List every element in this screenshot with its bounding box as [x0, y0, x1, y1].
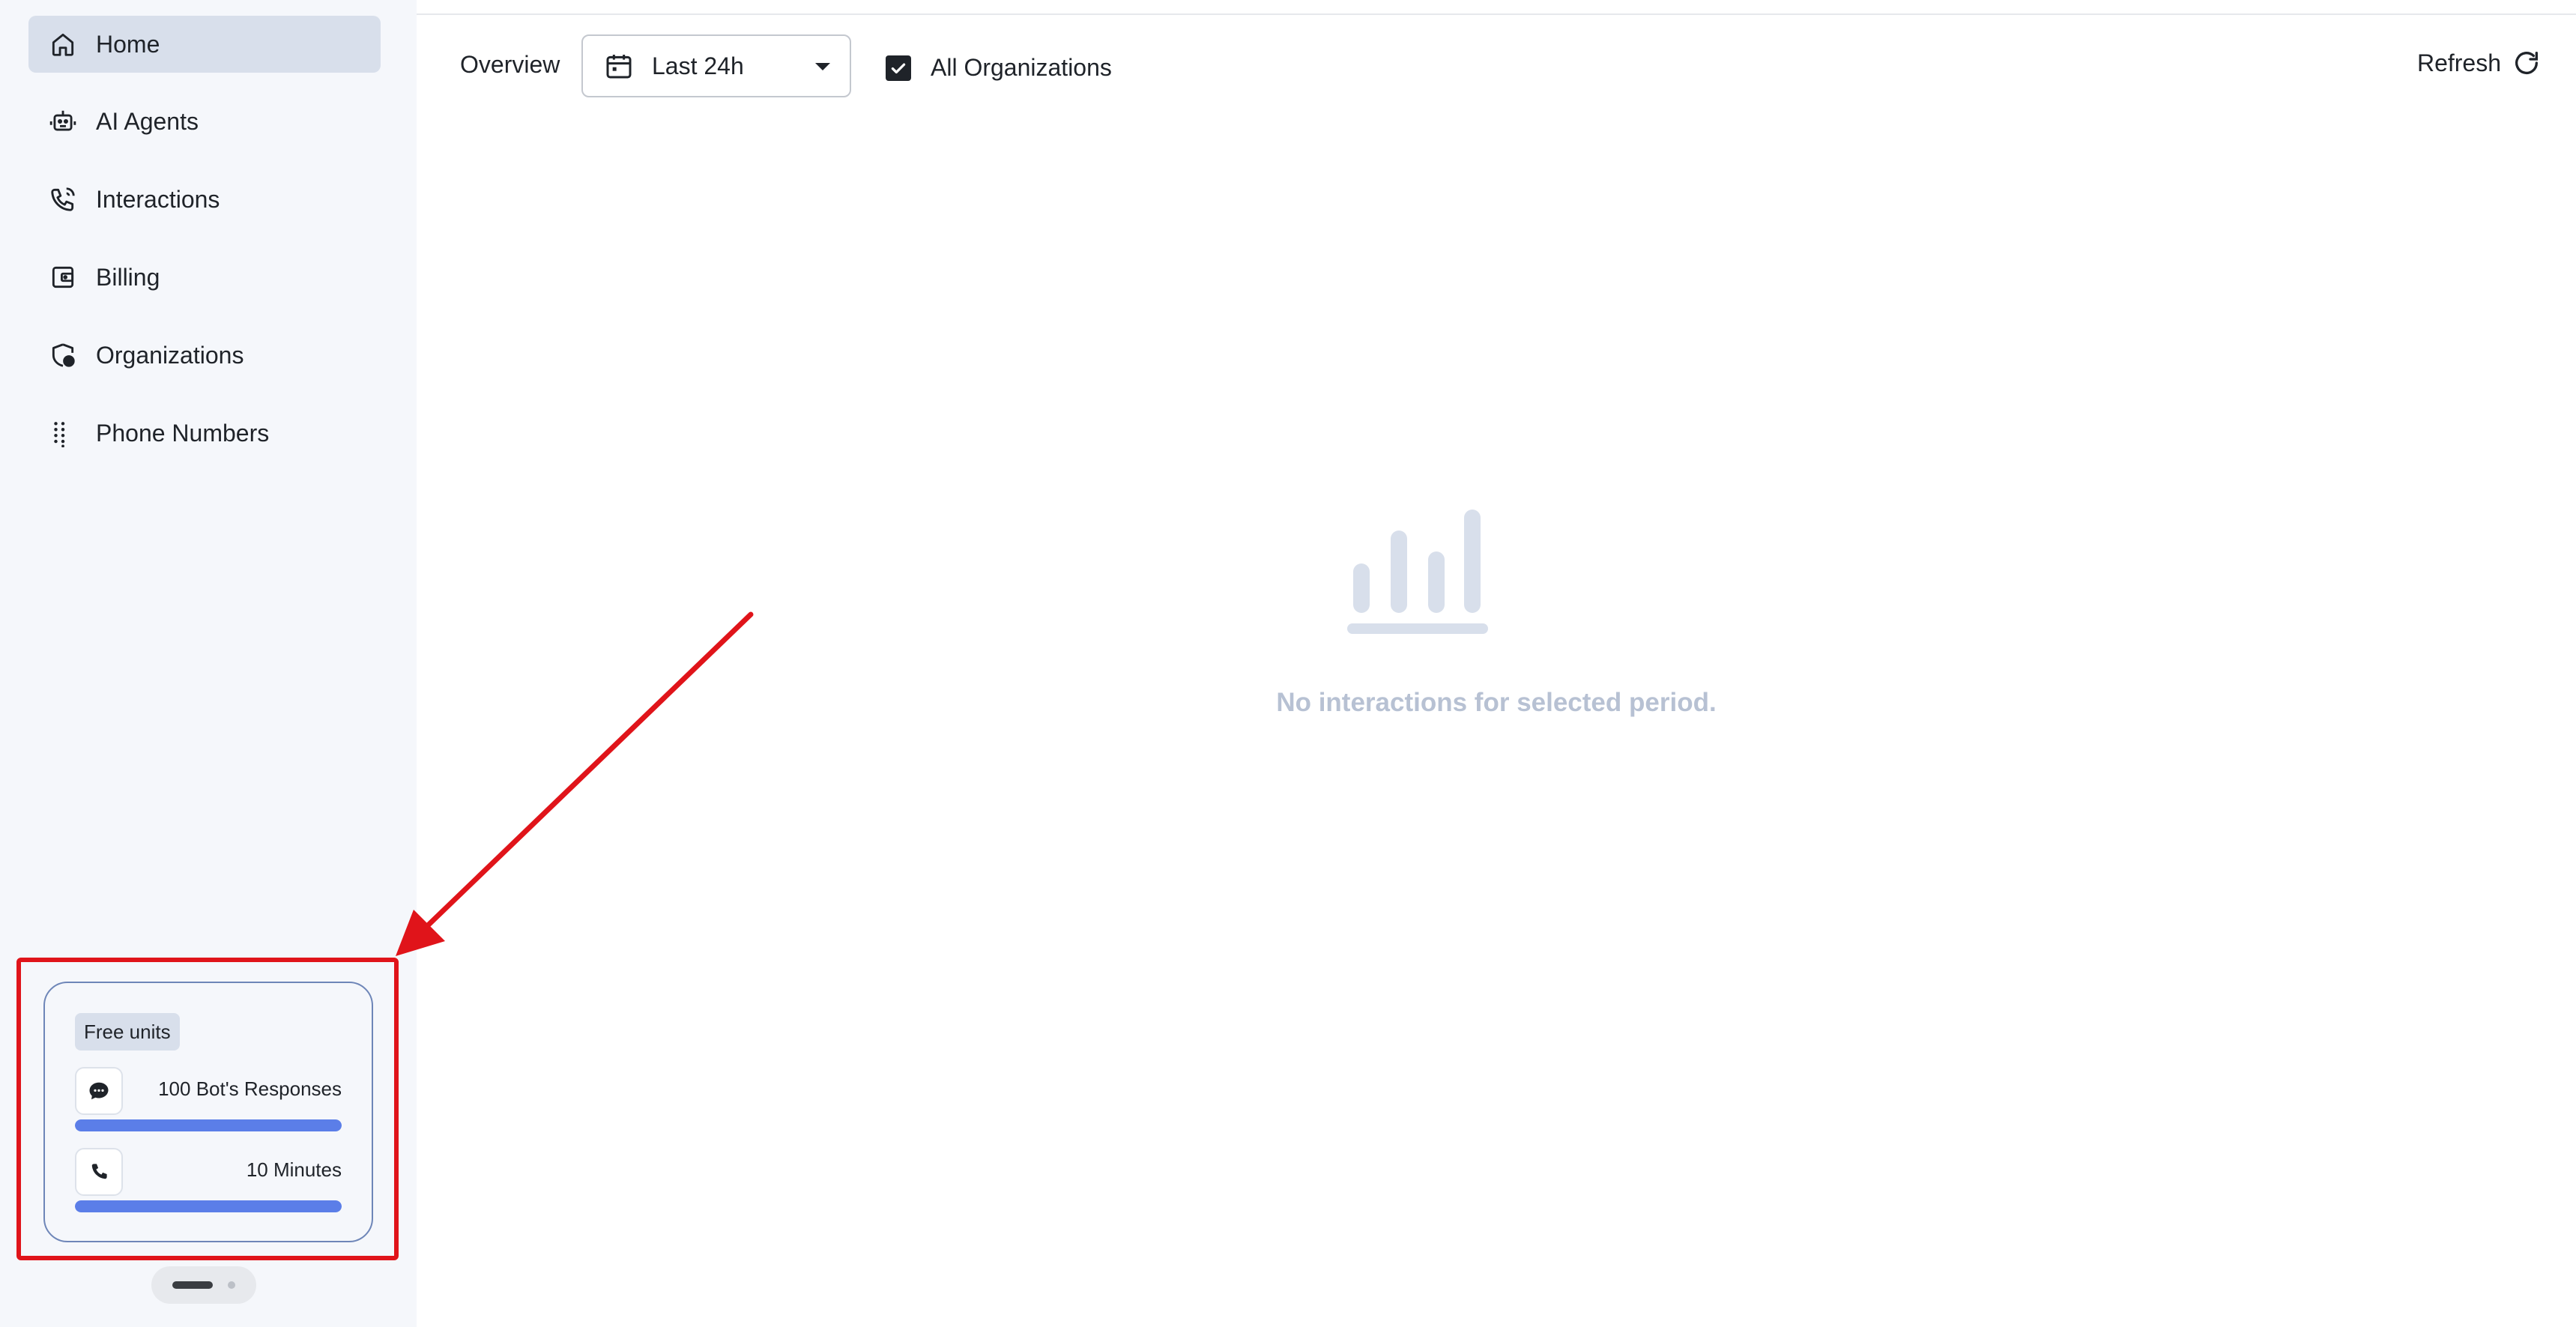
divider	[417, 13, 2576, 15]
dialpad-icon	[48, 418, 78, 448]
pager-dot-active[interactable]	[172, 1281, 213, 1289]
date-range-select[interactable]: Last 24h	[581, 34, 851, 97]
sidebar-item-label: AI Agents	[96, 107, 199, 135]
carousel-pager[interactable]	[151, 1266, 256, 1304]
sidebar-item-billing[interactable]: Billing	[28, 249, 381, 306]
all-organizations-checkbox[interactable]	[886, 55, 911, 81]
bar-chart-icon	[1347, 510, 1488, 634]
refresh-icon	[2515, 52, 2538, 75]
refresh-label: Refresh	[2416, 49, 2501, 76]
wallet-icon	[48, 262, 78, 292]
sidebar-item-label: Billing	[96, 263, 160, 291]
main-content: Overview Last 24h All Organizations Refr…	[417, 0, 2576, 1327]
chevron-down-icon	[815, 63, 830, 70]
calendar-icon	[606, 55, 632, 79]
sidebar-item-label: Home	[96, 30, 160, 58]
sidebar-item-label: Organizations	[96, 341, 244, 369]
home-icon	[48, 29, 78, 59]
pager-dot[interactable]	[228, 1281, 235, 1289]
empty-state-message: No interactions for selected period.	[1276, 688, 1717, 717]
sidebar-item-label: Interactions	[96, 185, 220, 213]
check-icon	[891, 63, 906, 74]
date-range-value: Last 24h	[652, 52, 744, 79]
robot-icon	[48, 106, 78, 136]
refresh-button[interactable]: Refresh	[2417, 48, 2542, 78]
sidebar-item-ai-agents[interactable]: AI Agents	[28, 93, 381, 150]
sidebar-item-label: Phone Numbers	[96, 419, 270, 447]
shield-org-icon	[48, 340, 78, 370]
all-organizations-label[interactable]: All Organizations	[931, 54, 1112, 82]
sidebar-item-phone-numbers[interactable]: Phone Numbers	[28, 405, 381, 462]
sidebar-item-interactions[interactable]: Interactions	[28, 171, 381, 228]
annotation-highlight-box	[16, 958, 399, 1260]
phone-interactions-icon	[48, 184, 78, 214]
overview-label: Overview	[460, 51, 560, 78]
sidebar-item-home[interactable]: Home	[28, 16, 381, 73]
sidebar-item-organizations[interactable]: Organizations	[28, 327, 381, 384]
